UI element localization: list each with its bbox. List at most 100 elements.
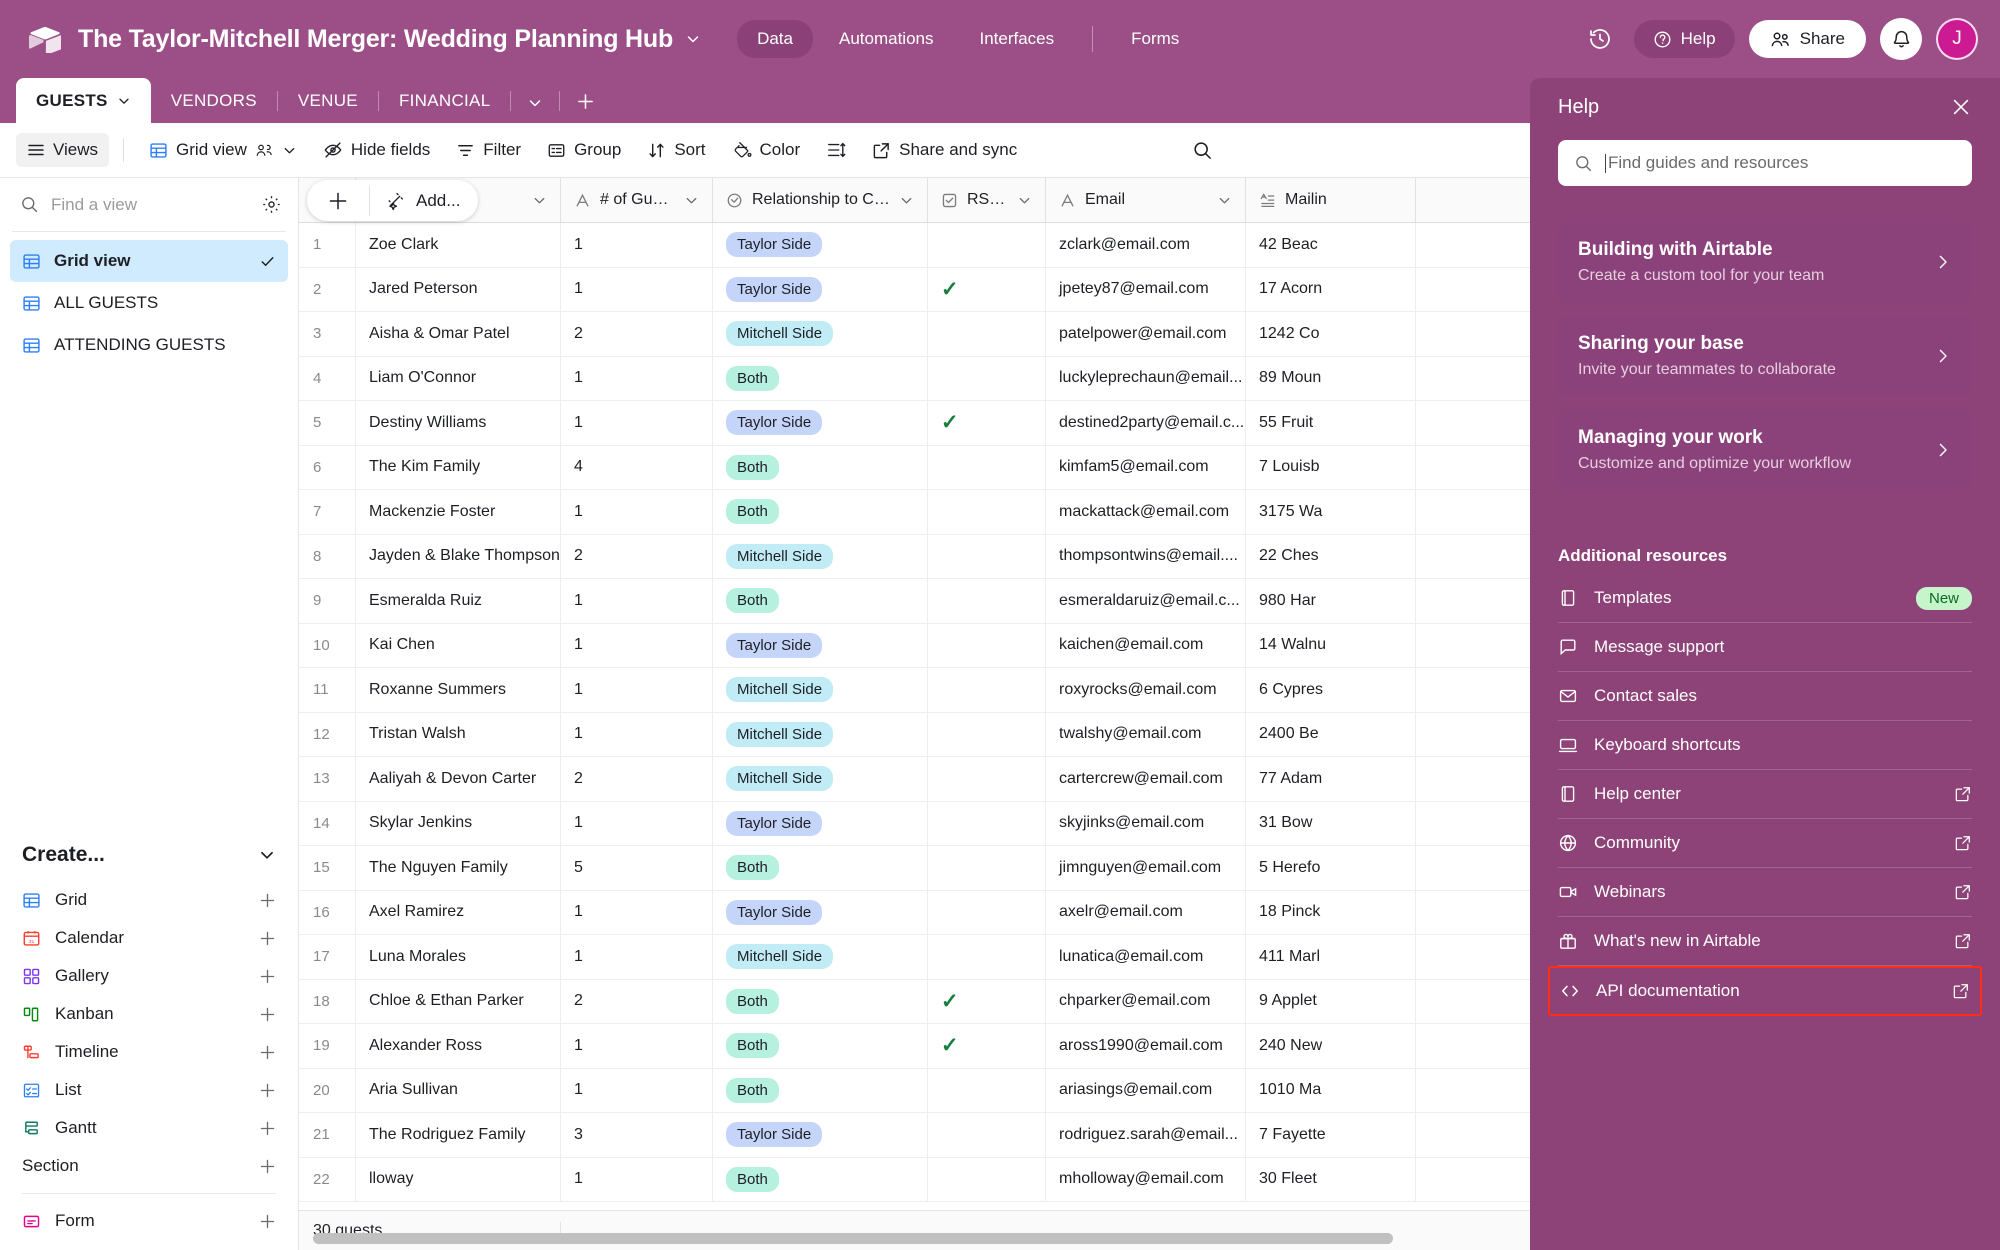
base-title-chevron-down-icon[interactable]: [685, 31, 701, 47]
cell-rsvp[interactable]: [928, 757, 1046, 801]
cell-num-guests[interactable]: 1: [561, 712, 713, 756]
cell-mailing-address[interactable]: 5 Herefo: [1246, 846, 1416, 890]
cell-num-guests[interactable]: 1: [561, 223, 713, 267]
sidebar-item-all-guests[interactable]: ALL GUESTS: [10, 282, 288, 324]
airtable-logo-icon[interactable]: [22, 16, 68, 62]
cell-mailing-address[interactable]: 42 Beac: [1246, 223, 1416, 267]
create-header[interactable]: Create...: [0, 829, 298, 881]
cell-relationship[interactable]: Taylor Side: [713, 801, 928, 845]
help-resource-community[interactable]: Community: [1558, 819, 1972, 868]
plus-icon[interactable]: [259, 892, 276, 909]
cell-email[interactable]: chparker@email.com: [1046, 979, 1246, 1023]
nav-tab-interfaces[interactable]: Interfaces: [959, 20, 1074, 58]
cell-mailing-address[interactable]: 240 New: [1246, 1024, 1416, 1068]
create-kanban-view[interactable]: Kanban: [0, 995, 298, 1033]
current-view-button[interactable]: Grid view: [138, 133, 308, 167]
cell-mailing-address[interactable]: 22 Ches: [1246, 534, 1416, 578]
cell-rsvp[interactable]: [928, 623, 1046, 667]
cell-relationship[interactable]: Both: [713, 445, 928, 489]
cell-rsvp[interactable]: [928, 1068, 1046, 1112]
cell-num-guests[interactable]: 2: [561, 534, 713, 578]
cell-rsvp[interactable]: [928, 490, 1046, 534]
cell-email[interactable]: kimfam5@email.com: [1046, 445, 1246, 489]
cell-guests[interactable]: The Kim Family: [356, 445, 561, 489]
table-tab-financial[interactable]: FINANCIAL: [379, 79, 511, 123]
add-record-plus-icon[interactable]: [307, 190, 369, 212]
cell-rsvp[interactable]: [928, 890, 1046, 934]
cell-email[interactable]: luckyleprechaun@email...: [1046, 356, 1246, 400]
cell-email[interactable]: rodriguez.sarah@email...: [1046, 1113, 1246, 1157]
cell-rsvp[interactable]: [928, 712, 1046, 756]
cell-email[interactable]: zclark@email.com: [1046, 223, 1246, 267]
table-tab-guests[interactable]: GUESTS: [16, 78, 151, 123]
cell-relationship[interactable]: Taylor Side: [713, 223, 928, 267]
cell-num-guests[interactable]: 1: [561, 490, 713, 534]
cell-rsvp[interactable]: [928, 223, 1046, 267]
cell-rsvp[interactable]: ✓: [928, 1024, 1046, 1068]
cell-relationship[interactable]: Mitchell Side: [713, 534, 928, 578]
views-toggle-button[interactable]: Views: [16, 133, 110, 167]
cell-num-guests[interactable]: 2: [561, 979, 713, 1023]
column-header-num-guests-chevron-down-icon[interactable]: [684, 193, 699, 208]
cell-relationship[interactable]: Both: [713, 979, 928, 1023]
column-header-guests-chevron-down-icon[interactable]: [532, 193, 547, 208]
help-resource-keyboard-shortcuts[interactable]: Keyboard shortcuts: [1558, 721, 1972, 770]
cell-guests[interactable]: Esmeralda Ruiz: [356, 579, 561, 623]
cell-num-guests[interactable]: 1: [561, 1024, 713, 1068]
cell-mailing-address[interactable]: 980 Har: [1246, 579, 1416, 623]
create-section[interactable]: Section: [0, 1147, 298, 1185]
column-header-rsvp-chevron-down-icon[interactable]: [1017, 193, 1032, 208]
cell-relationship[interactable]: Both: [713, 1068, 928, 1112]
cell-mailing-address[interactable]: 31 Bow: [1246, 801, 1416, 845]
hide-fields-button[interactable]: Hide fields: [312, 133, 441, 167]
column-header-relationship[interactable]: Relationship to Couple: [713, 178, 928, 222]
cell-mailing-address[interactable]: 2400 Be: [1246, 712, 1416, 756]
cell-relationship[interactable]: Taylor Side: [713, 623, 928, 667]
help-resource-what-s-new-in-airtable[interactable]: What's new in Airtable: [1558, 917, 1972, 966]
column-header-relationship-chevron-down-icon[interactable]: [899, 193, 914, 208]
cell-rsvp[interactable]: [928, 534, 1046, 578]
column-header-email-chevron-down-icon[interactable]: [1217, 193, 1232, 208]
cell-num-guests[interactable]: 1: [561, 356, 713, 400]
help-resource-templates[interactable]: Templates New: [1558, 574, 1972, 623]
cell-num-guests[interactable]: 2: [561, 757, 713, 801]
create-gantt-view[interactable]: Gantt: [0, 1109, 298, 1147]
group-button[interactable]: Group: [536, 133, 632, 167]
cell-mailing-address[interactable]: 14 Walnu: [1246, 623, 1416, 667]
cell-email[interactable]: cartercrew@email.com: [1046, 757, 1246, 801]
cell-email[interactable]: kaichen@email.com: [1046, 623, 1246, 667]
cell-mailing-address[interactable]: 30 Fleet: [1246, 1157, 1416, 1201]
cell-email[interactable]: mackattack@email.com: [1046, 490, 1246, 534]
cell-relationship[interactable]: Taylor Side: [713, 1113, 928, 1157]
cell-num-guests[interactable]: 5: [561, 846, 713, 890]
cell-relationship[interactable]: Both: [713, 1157, 928, 1201]
cell-rsvp[interactable]: [928, 935, 1046, 979]
help-card-building-with-airtable[interactable]: Building with Airtable Create a custom t…: [1558, 222, 1972, 302]
notifications-button[interactable]: [1880, 18, 1922, 60]
find-view-input[interactable]: Find a view: [20, 195, 249, 215]
create-calendar-view[interactable]: 31 Calendar: [0, 919, 298, 957]
close-icon[interactable]: [1950, 96, 1972, 118]
cell-mailing-address[interactable]: 77 Adam: [1246, 757, 1416, 801]
cell-email[interactable]: axelr@email.com: [1046, 890, 1246, 934]
cell-email[interactable]: skyjinks@email.com: [1046, 801, 1246, 845]
nav-tab-automations[interactable]: Automations: [819, 20, 954, 58]
cell-mailing-address[interactable]: 6 Cypres: [1246, 668, 1416, 712]
cell-num-guests[interactable]: 1: [561, 935, 713, 979]
create-chevron-down-icon[interactable]: [258, 846, 276, 864]
cell-email[interactable]: roxyrocks@email.com: [1046, 668, 1246, 712]
cell-relationship[interactable]: Mitchell Side: [713, 935, 928, 979]
cell-email[interactable]: mholloway@email.com: [1046, 1157, 1246, 1201]
nav-tab-forms[interactable]: Forms: [1111, 20, 1199, 58]
cell-mailing-address[interactable]: 9 Applet: [1246, 979, 1416, 1023]
history-clock-icon[interactable]: [1580, 19, 1620, 59]
cell-guests[interactable]: Aisha & Omar Patel: [356, 312, 561, 356]
cell-relationship[interactable]: Mitchell Side: [713, 668, 928, 712]
cell-relationship[interactable]: Mitchell Side: [713, 712, 928, 756]
cell-email[interactable]: destined2party@email.c...: [1046, 401, 1246, 445]
cell-rsvp[interactable]: [928, 846, 1046, 890]
create-form-view[interactable]: Form: [0, 1202, 298, 1240]
plus-icon[interactable]: [259, 1044, 276, 1061]
cell-rsvp[interactable]: [928, 1157, 1046, 1201]
table-tab-venue[interactable]: VENUE: [278, 79, 378, 123]
